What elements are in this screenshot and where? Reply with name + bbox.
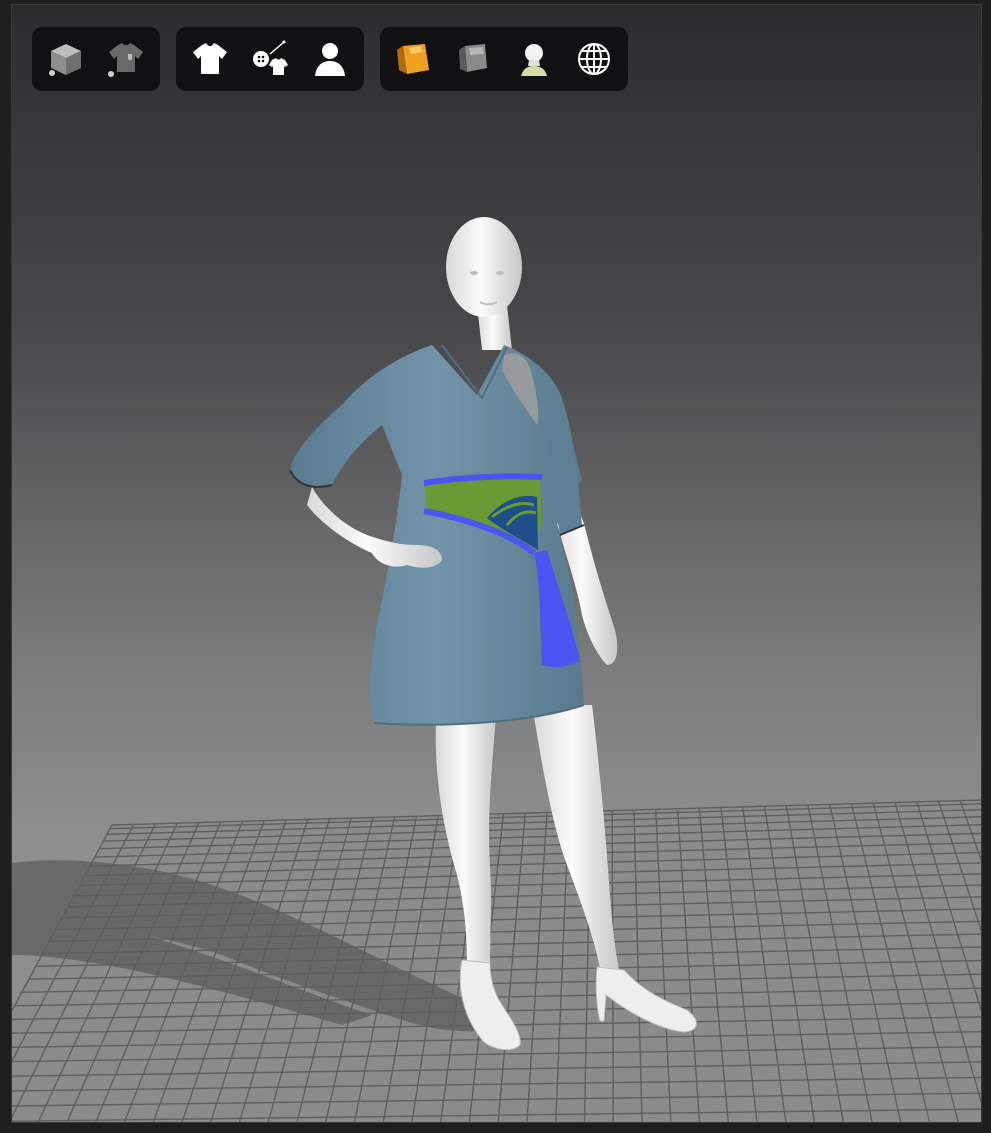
surface-icon <box>459 44 487 72</box>
garment-display-button[interactable] <box>96 27 156 91</box>
cube-display-button[interactable] <box>36 27 96 91</box>
avatar-skin-button[interactable] <box>504 27 564 91</box>
fabric-texture-button[interactable] <box>384 27 444 91</box>
avatar-icon <box>315 43 345 76</box>
garment-display-icon <box>108 43 143 77</box>
dress <box>289 344 585 726</box>
toolbar-display-group <box>32 27 160 91</box>
globe-icon <box>578 43 610 75</box>
3d-viewport[interactable] <box>12 5 982 1122</box>
scene-canvas[interactable] <box>12 5 982 1122</box>
show-garment-button[interactable] <box>180 27 240 91</box>
show-avatar-button[interactable] <box>300 27 360 91</box>
avatar-head <box>446 217 522 350</box>
avatar-skin-icon <box>521 44 547 76</box>
shirt-icon <box>193 43 227 74</box>
surface-render-button[interactable] <box>444 27 504 91</box>
globe-button[interactable] <box>564 27 624 91</box>
toolbar-render-group <box>380 27 628 91</box>
show-trims-button[interactable] <box>240 27 300 91</box>
buttons-trims-icon <box>253 40 288 75</box>
cube-display-icon <box>49 44 81 76</box>
toolbar-visibility-group <box>176 27 364 91</box>
fabric-texture-icon <box>397 44 429 74</box>
